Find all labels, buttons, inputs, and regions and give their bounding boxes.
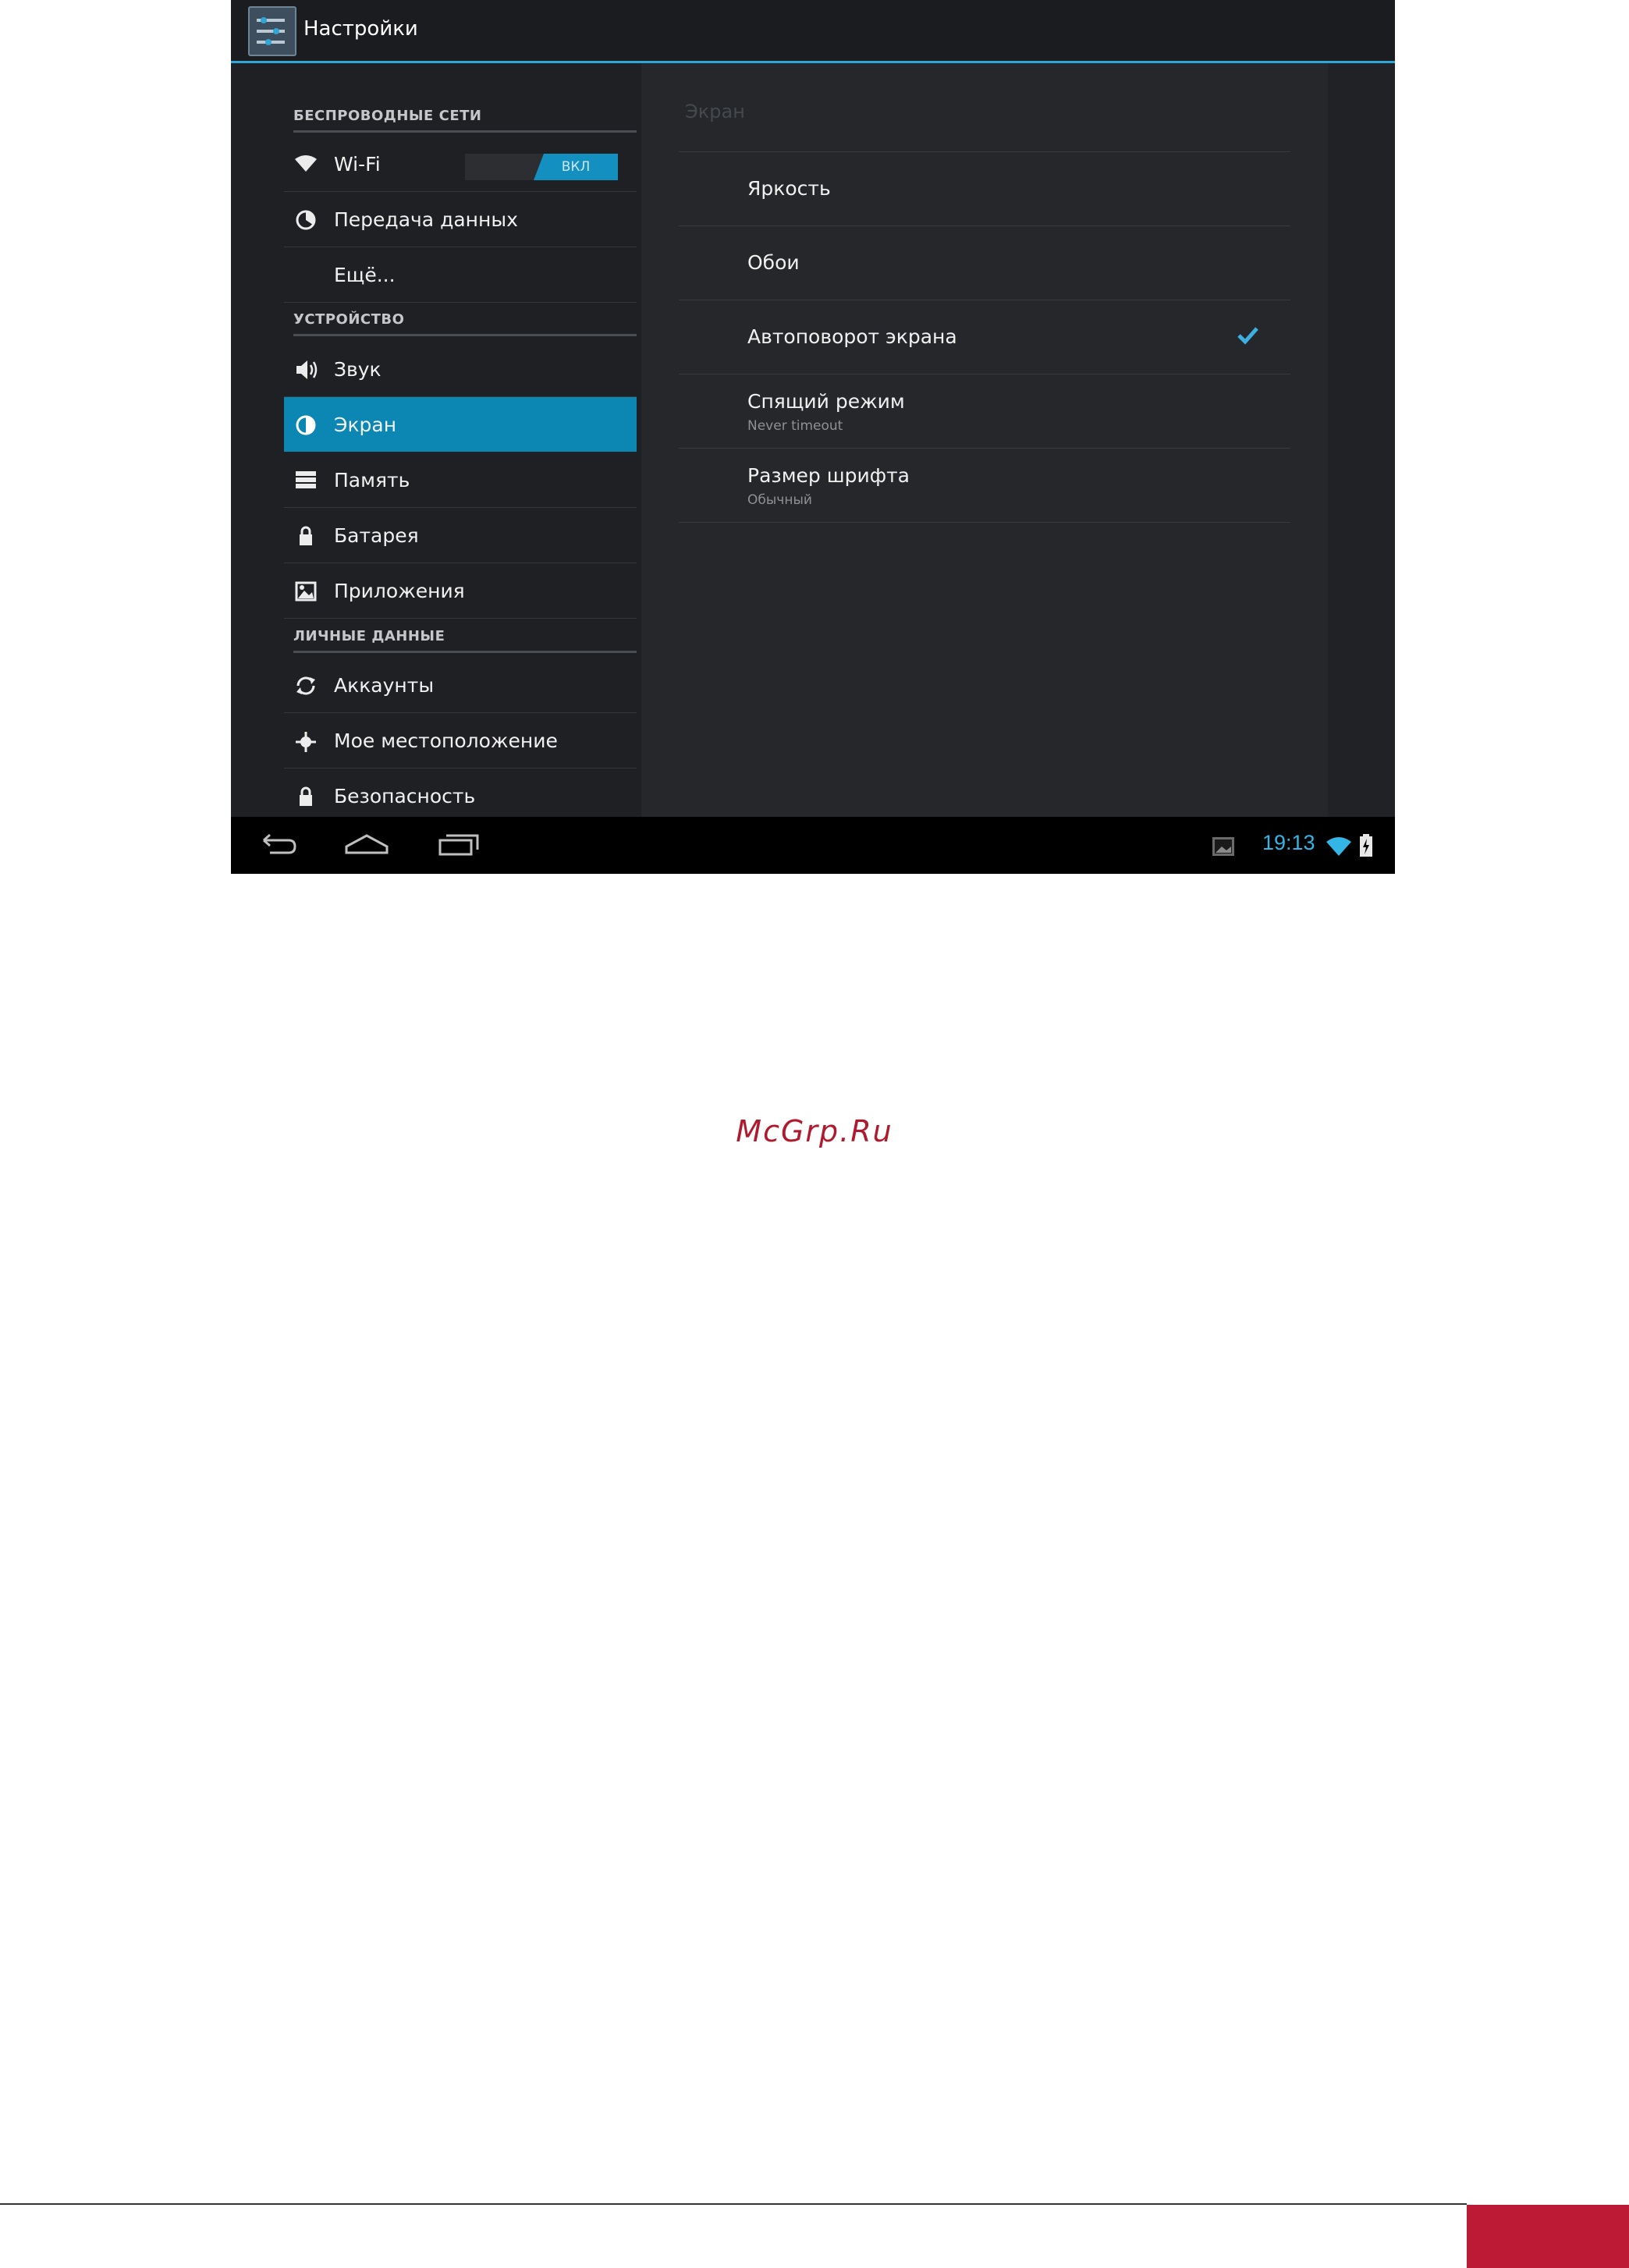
apps-icon [295, 581, 317, 602]
wifi-signal-icon[interactable] [1323, 828, 1354, 862]
data-usage-icon [295, 210, 317, 230]
pref-title: Обои [747, 251, 800, 274]
battery-icon [295, 526, 317, 545]
pref-sleep[interactable]: Спящий режим Never timeout [679, 374, 1290, 449]
sidebar-item-data-usage[interactable]: Передача данных [284, 192, 637, 247]
sidebar-item-more[interactable]: Ещё... [284, 247, 637, 303]
wifi-toggle-switch[interactable]: ВКЛ [465, 154, 618, 180]
pref-auto-rotate[interactable]: Автоповорот экрана [679, 300, 1290, 374]
sidebar-item-accounts[interactable]: Аккаунты [284, 658, 637, 713]
device-screen: Настройки БЕСПРОВОДНЫЕ СЕТИ Wi-Fi ВКЛ Пе… [231, 0, 1395, 874]
home-icon[interactable] [343, 828, 390, 862]
screenshot-icon[interactable] [1208, 828, 1239, 862]
pane-title: Экран [685, 101, 745, 122]
sidebar-item-label: Батарея [334, 524, 419, 547]
settings-app-icon[interactable] [248, 6, 296, 56]
section-header-device: УСТРОЙСТВО [293, 311, 637, 336]
status-time[interactable]: 19:13 [1262, 831, 1315, 855]
sidebar-item-security[interactable]: Безопасность [284, 768, 637, 824]
sidebar-item-label: Передача данных [334, 208, 518, 231]
section-header-personal: ЛИЧНЫЕ ДАННЫЕ [293, 628, 637, 653]
sidebar-item-label: Экран [334, 413, 397, 436]
settings-headers-list: БЕСПРОВОДНЫЕ СЕТИ Wi-Fi ВКЛ Передача дан… [231, 63, 637, 824]
recent-apps-icon[interactable] [435, 828, 482, 862]
lock-icon [295, 786, 317, 806]
sidebar-item-label: Звук [334, 358, 382, 381]
sidebar-item-label: Память [334, 469, 410, 492]
watermark-text: McGrp.Ru [736, 1114, 893, 1148]
display-settings-pane: Экран Яркость Обои Автоповорот экрана Сп… [641, 63, 1328, 817]
wifi-toggle-on-label: ВКЛ [534, 154, 618, 180]
sync-icon [295, 676, 317, 695]
sidebar-item-location[interactable]: Мое местоположение [284, 713, 637, 768]
wifi-icon [295, 154, 317, 173]
pref-title: Яркость [747, 177, 831, 200]
pref-font-size[interactable]: Размер шрифта Обычный [679, 449, 1290, 523]
sidebar-item-display[interactable]: Экран [284, 397, 637, 452]
sidebar-item-battery[interactable]: Батарея [284, 508, 637, 563]
pref-summary: Never timeout [747, 418, 843, 434]
footer-color-block [1467, 2205, 1629, 2268]
checkbox-checked-icon[interactable] [1236, 324, 1259, 347]
battery-charging-icon[interactable] [1354, 828, 1378, 862]
sidebar-item-label: Безопасность [334, 785, 476, 807]
speaker-icon [295, 360, 318, 379]
sidebar-item-label: Мое местоположение [334, 729, 558, 752]
pref-title: Размер шрифта [747, 464, 910, 487]
sidebar-item-sound[interactable]: Звук [284, 342, 637, 397]
pref-summary: Обычный [747, 492, 812, 508]
sidebar-item-label: Приложения [334, 580, 465, 602]
back-icon[interactable] [254, 828, 301, 862]
location-icon [295, 731, 317, 752]
system-navigation-bar: 19:13 [231, 817, 1395, 874]
section-header-wireless: БЕСПРОВОДНЫЕ СЕТИ [293, 108, 637, 133]
pref-title: Спящий режим [747, 390, 905, 413]
pane-margin [1328, 63, 1395, 817]
footer-divider [0, 2203, 1467, 2205]
storage-icon [295, 470, 317, 489]
sidebar-item-wifi[interactable]: Wi-Fi ВКЛ [284, 137, 637, 192]
sidebar-item-apps[interactable]: Приложения [284, 563, 637, 619]
action-bar: Настройки [231, 0, 1395, 63]
app-title: Настройки [303, 17, 418, 41]
sidebar-item-label: Wi-Fi [334, 153, 381, 176]
pref-brightness[interactable]: Яркость [679, 152, 1290, 226]
sidebar-item-storage[interactable]: Память [284, 453, 637, 508]
pref-wallpaper[interactable]: Обои [679, 226, 1290, 300]
sidebar-item-label: Ещё... [334, 264, 396, 286]
pref-title: Автоповорот экрана [747, 325, 957, 348]
sidebar-item-label: Аккаунты [334, 674, 435, 697]
display-icon [295, 415, 317, 435]
